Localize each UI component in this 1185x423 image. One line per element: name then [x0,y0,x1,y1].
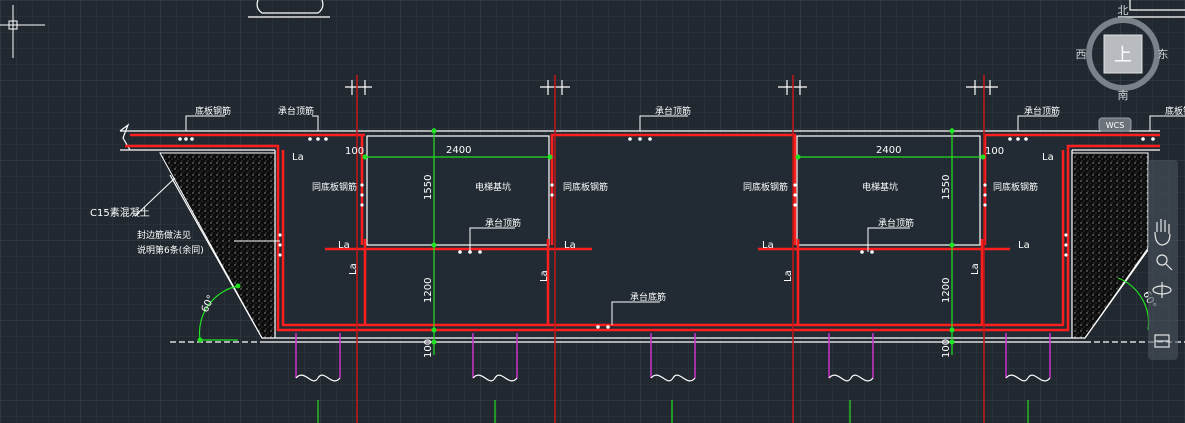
label-same-bottom-rebar-4: 同底板钢筋 [993,181,1038,193]
label-la-6: La [1018,240,1030,251]
label-seal-2: 说明第6条(余同) [137,244,204,256]
label-bottom-rebar-right: 底板钢筋 [1165,105,1185,117]
dim-2400-left: 2400 [446,145,471,156]
label-elevator-pit-1: 电梯基坑 [475,181,511,193]
dim-100-bottom-left: 100 [423,339,434,358]
label-same-bottom-rebar-1: 同底板钢筋 [312,181,357,193]
label-seal-1: 封边筋做法见 [137,229,191,241]
compass-north[interactable]: 北 [1118,4,1129,17]
label-elevator-pit-2: 电梯基坑 [862,181,898,193]
dim-1200-right: 1200 [941,278,952,303]
compass-west[interactable]: 西 [1076,48,1087,61]
label-la-9: La [783,270,794,282]
label-la-2: La [1042,152,1054,163]
label-la-8: La [539,270,550,282]
compass-south[interactable]: 南 [1118,89,1129,102]
label-cap-top-rebar-3: 承台顶筋 [1024,105,1060,117]
dim-2400-right: 2400 [876,145,901,156]
label-same-bottom-rebar-2: 同底板钢筋 [563,181,608,193]
label-la-3: La [338,240,350,251]
label-la-7: La [348,263,359,275]
wcs-label: WCS [1106,121,1125,130]
label-c15: C15素混凝土 [90,206,150,219]
label-la-10: La [970,263,981,275]
nav-bar-background [1148,160,1178,360]
label-cap-top-rebar-2: 承台顶筋 [655,105,691,117]
navigation-bar[interactable] [1148,160,1178,360]
dim-100-right: 100 [985,146,1004,157]
label-cap-top-rebar-1: 承台顶筋 [278,105,314,117]
viewcube-top-label: 上 [1114,45,1132,66]
compass-east[interactable]: 东 [1158,48,1169,61]
label-la-5: La [762,240,774,251]
dim-100-bottom-right: 100 [941,339,952,358]
label-same-bottom-rebar-3: 同底板钢筋 [743,181,788,193]
dim-1200-left: 1200 [423,278,434,303]
label-cap-bottom-rebar: 承台底筋 [630,291,666,303]
label-bottom-rebar-left: 底板钢筋 [195,105,231,117]
cad-drawing-canvas[interactable]: 底板钢筋 承台顶筋 承台顶筋 承台顶筋 底板钢筋 同底板钢筋 电梯基坑 同底板钢… [0,0,1185,423]
label-la-4: La [564,240,576,251]
dim-1550-right: 1550 [941,175,952,200]
dim-100-left: 100 [345,146,364,157]
label-cap-top-rebar-pit-2: 承台顶筋 [878,217,914,229]
label-la-1: La [292,152,304,163]
dim-1550-left: 1550 [423,175,434,200]
label-cap-top-rebar-pit-1: 承台顶筋 [485,217,521,229]
